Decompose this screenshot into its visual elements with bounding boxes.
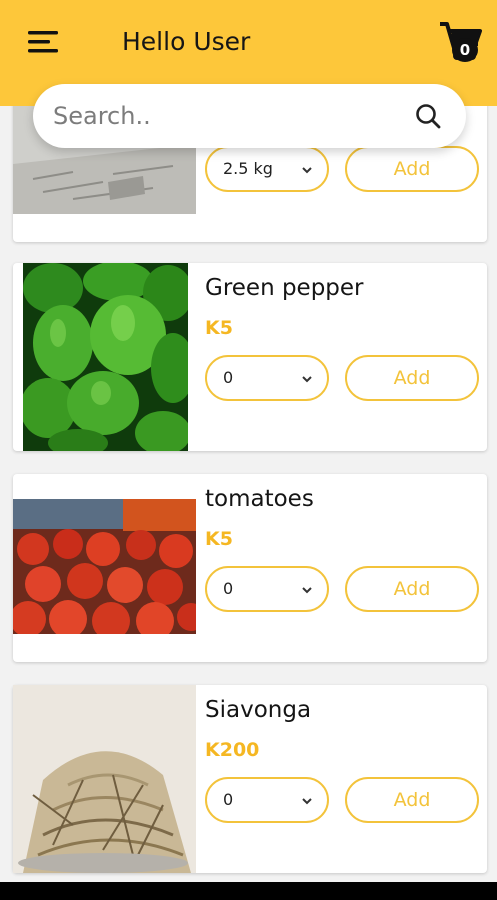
- quantity-value: 2.5 kg: [223, 159, 273, 178]
- quantity-select[interactable]: 0: [205, 566, 329, 612]
- chevron-down-icon: [302, 167, 312, 174]
- search-input[interactable]: [53, 96, 393, 136]
- product-name: tomatoes: [205, 486, 314, 512]
- cart-count-badge: 0: [452, 38, 478, 62]
- product-card: Siavonga K200 0 Add: [13, 685, 487, 873]
- quantity-value: 0: [223, 368, 234, 387]
- product-image-siavonga-fish: [13, 685, 196, 873]
- add-button[interactable]: Add: [345, 566, 479, 612]
- product-list: 2.5 kg Add Green pepper K5 0 Add tomatoe…: [0, 106, 497, 882]
- quantity-select[interactable]: 0: [205, 777, 329, 823]
- product-name: Green pepper: [205, 275, 364, 301]
- product-card: tomatoes K5 0 Add: [13, 474, 487, 662]
- search-icon[interactable]: [414, 102, 442, 130]
- quantity-select[interactable]: 0: [205, 355, 329, 401]
- add-button[interactable]: Add: [345, 777, 479, 823]
- add-button[interactable]: Add: [345, 355, 479, 401]
- add-button[interactable]: Add: [345, 146, 479, 192]
- product-price: K5: [205, 317, 233, 339]
- chevron-down-icon: [302, 798, 312, 805]
- system-nav-bar: [0, 882, 497, 900]
- quantity-value: 0: [223, 579, 234, 598]
- product-price: K5: [205, 528, 233, 550]
- product-image-tomatoes: [13, 499, 196, 634]
- menu-icon[interactable]: [28, 30, 60, 54]
- product-image-green-pepper: [23, 263, 188, 451]
- product-card: Green pepper K5 0 Add: [13, 263, 487, 451]
- product-price: K200: [205, 739, 260, 761]
- search-bar: [33, 84, 466, 148]
- quantity-select[interactable]: 2.5 kg: [205, 146, 329, 192]
- page-title: Hello User: [122, 27, 251, 56]
- quantity-value: 0: [223, 790, 234, 809]
- chevron-down-icon: [302, 376, 312, 383]
- chevron-down-icon: [302, 587, 312, 594]
- product-name: Siavonga: [205, 697, 312, 723]
